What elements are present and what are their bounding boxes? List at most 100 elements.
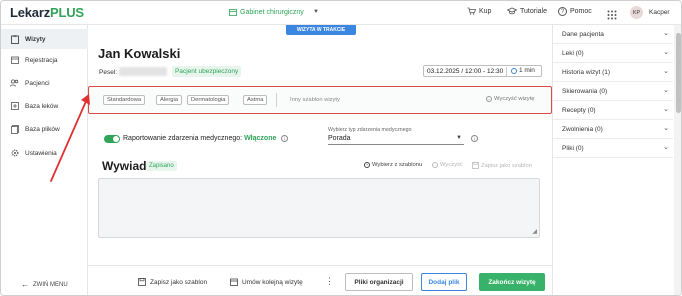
event-type-value: Porada (328, 135, 351, 142)
template-chip-alergia[interactable]: Alergia (156, 95, 183, 105)
clear-visit-button[interactable]: – Wyczyść wizytę (486, 96, 535, 102)
panel-item-label: Leki (0) (562, 49, 584, 57)
clear-icon: – (432, 162, 438, 168)
footer-save-template-button[interactable]: Zapisz jako szablon (138, 278, 207, 286)
visit-templates-bar: Standardowa Alergia Dermatologia Astma I… (88, 86, 552, 114)
more-options-icon[interactable]: ⋮ (325, 276, 334, 287)
footer-actions: Zapisz jako szablon Umów kolejną wizytę … (88, 265, 552, 295)
template-chip-dermatologia[interactable]: Dermatologia (187, 95, 230, 105)
app-window: LekarzPLUS Gabinet chirurgiczny ▼ Kup Tu… (0, 0, 682, 296)
panel-item-label: Pliki (0) (562, 144, 584, 152)
scrollbar-thumb[interactable] (676, 33, 681, 113)
saved-badge: Zapisano (146, 161, 177, 171)
interview-textarea[interactable]: ◢ (98, 178, 540, 238)
calendar-icon (230, 278, 238, 286)
other-template-link[interactable]: Inny szablon wizyty (290, 97, 340, 103)
username[interactable]: Kacper (649, 9, 670, 16)
calendar-icon (10, 56, 19, 65)
status-badge: WIZYTA W TRAKCIE (286, 25, 356, 35)
chevron-down-icon: ⌄ (663, 68, 669, 75)
save-icon (472, 162, 479, 169)
collapse-menu-button[interactable]: ← ZWIŃ MENU (21, 280, 68, 289)
help-link[interactable]: ? Pomoc (558, 7, 592, 16)
panel-item-label: Skierowania (0) (562, 87, 608, 95)
scrollbar[interactable] (674, 25, 681, 295)
panel-item-leki[interactable]: Leki (0) ⌄ (553, 44, 673, 63)
buy-link[interactable]: Kup (467, 7, 491, 15)
chevron-down-icon: ⌄ (663, 144, 669, 151)
clear-section-button[interactable]: – Wyczyść (432, 162, 463, 168)
save-icon (138, 278, 146, 286)
patient-name[interactable]: Jan Kowalski (98, 46, 180, 61)
finish-visit-button[interactable]: Zakończ wizytę (479, 273, 545, 291)
tutorials-link[interactable]: Tutoriale (507, 7, 547, 15)
duration-value: 1 min (519, 67, 535, 74)
files-icon (10, 124, 19, 134)
save-as-template-button[interactable]: Zapisz jako szablon (472, 162, 532, 169)
sidebar-item-pacjenci[interactable]: Pacjenci (1, 73, 88, 93)
arrow-left-icon: ← (21, 280, 29, 289)
pesel-value-redacted (119, 67, 167, 76)
sidebar-item-rejestracja[interactable]: Rejestracja (1, 50, 88, 70)
avatar[interactable]: KP (630, 6, 643, 19)
panel-item-label: Historia wizyt (1) (562, 68, 611, 76)
app-logo[interactable]: LekarzPLUS (10, 5, 84, 20)
apps-grid-icon[interactable] (607, 7, 617, 25)
section-title: Wywiad (102, 159, 147, 173)
add-file-button[interactable]: Dodaj plik (421, 273, 467, 291)
resize-handle-icon[interactable]: ◢ (532, 228, 537, 235)
choose-template-button[interactable]: + Wybierz z szablonu (364, 162, 422, 168)
buy-label: Kup (479, 7, 492, 15)
report-toggle[interactable] (104, 135, 120, 143)
panel-item-recepty[interactable]: Recepty (0) ⌄ (553, 101, 673, 120)
sidebar-item-baza-plikow[interactable]: Baza plików (1, 119, 88, 139)
event-type-select[interactable]: Porada ▼ (328, 133, 464, 145)
panel-item-label: Dane pacjenta (562, 30, 604, 38)
logo-text: Lekarz (10, 5, 50, 20)
grid-dots-icon (607, 10, 617, 20)
panel-item-label: Recepty (0) (562, 106, 596, 114)
sidebar-item-ustawienia[interactable]: Ustawienia (1, 143, 88, 163)
sidebar-item-baza-lekow[interactable]: Baza leków (1, 96, 88, 116)
panel-item-skierowania[interactable]: Skierowania (0) ⌄ (553, 82, 673, 101)
visit-datetime-value: 03.12.2025 / 12:00 - 12:30 (427, 67, 504, 75)
template-chip-astma[interactable]: Astma (243, 95, 268, 105)
choose-template-label: Wybierz z szablonu (372, 162, 423, 168)
report-label: Raportowanie zdarzenia medycznego: (123, 135, 243, 142)
medicine-icon (10, 102, 19, 111)
cart-icon (467, 7, 476, 15)
gear-icon (10, 149, 19, 158)
info-icon[interactable]: i (471, 135, 478, 142)
schedule-next-visit-button[interactable]: Umów kolejną wizytę (230, 278, 303, 286)
panel-item-pliki[interactable]: Pliki (0) ⌄ (553, 139, 673, 158)
info-icon[interactable]: i (281, 135, 289, 142)
collapse-menu-label: ZWIŃ MENU (33, 281, 68, 288)
tutorials-label: Tutoriale (520, 7, 547, 15)
logo-plus-text: PLUS (50, 5, 84, 20)
sidebar: Wizyty Rejestracja Pacjenci Baza leków B… (1, 25, 88, 295)
chevron-down-icon: ⌄ (663, 125, 669, 132)
sidebar-item-label: Pacjenci (25, 79, 50, 87)
graduation-cap-icon (507, 7, 517, 15)
insured-badge: Pacjent ubezpieczony (172, 66, 242, 77)
sidebar-item-label: Rejestracja (25, 56, 58, 64)
pesel-label: Pesel: (99, 69, 118, 76)
help-icon: ? (558, 7, 567, 16)
panel-item-historia-wizyt[interactable]: Historia wizyt (1) ⌄ (553, 63, 673, 82)
clipboard-icon (10, 34, 19, 44)
cabinet-selector[interactable]: Gabinet chirurgiczny ▼ (229, 8, 319, 16)
panel-item-zwolnienia[interactable]: Zwolnienia (0) ⌄ (553, 120, 673, 139)
visit-datetime-field[interactable]: 03.12.2025 / 12:00 - 12:30 1 min (423, 65, 542, 77)
clock-icon (511, 67, 517, 74)
top-bar: LekarzPLUS Gabinet chirurgiczny ▼ Kup Tu… (1, 1, 681, 25)
clear-visit-label: Wyczyść wizytę (494, 96, 535, 102)
divider (506, 67, 507, 76)
patient-info-panel: Dane pacjenta ⌄ Leki (0) ⌄ Historia wizy… (552, 25, 681, 295)
sidebar-item-wizyty[interactable]: Wizyty (1, 29, 88, 49)
org-files-button[interactable]: Pliki organizacji (345, 273, 413, 291)
clear-section-label: Wyczyść (440, 162, 463, 168)
panel-item-dane-pacjenta[interactable]: Dane pacjenta ⌄ (553, 25, 673, 44)
sidebar-item-label: Baza plików (25, 125, 60, 133)
chevron-down-icon: ▼ (456, 135, 462, 141)
template-chip-standardowa[interactable]: Standardowa (103, 95, 146, 105)
